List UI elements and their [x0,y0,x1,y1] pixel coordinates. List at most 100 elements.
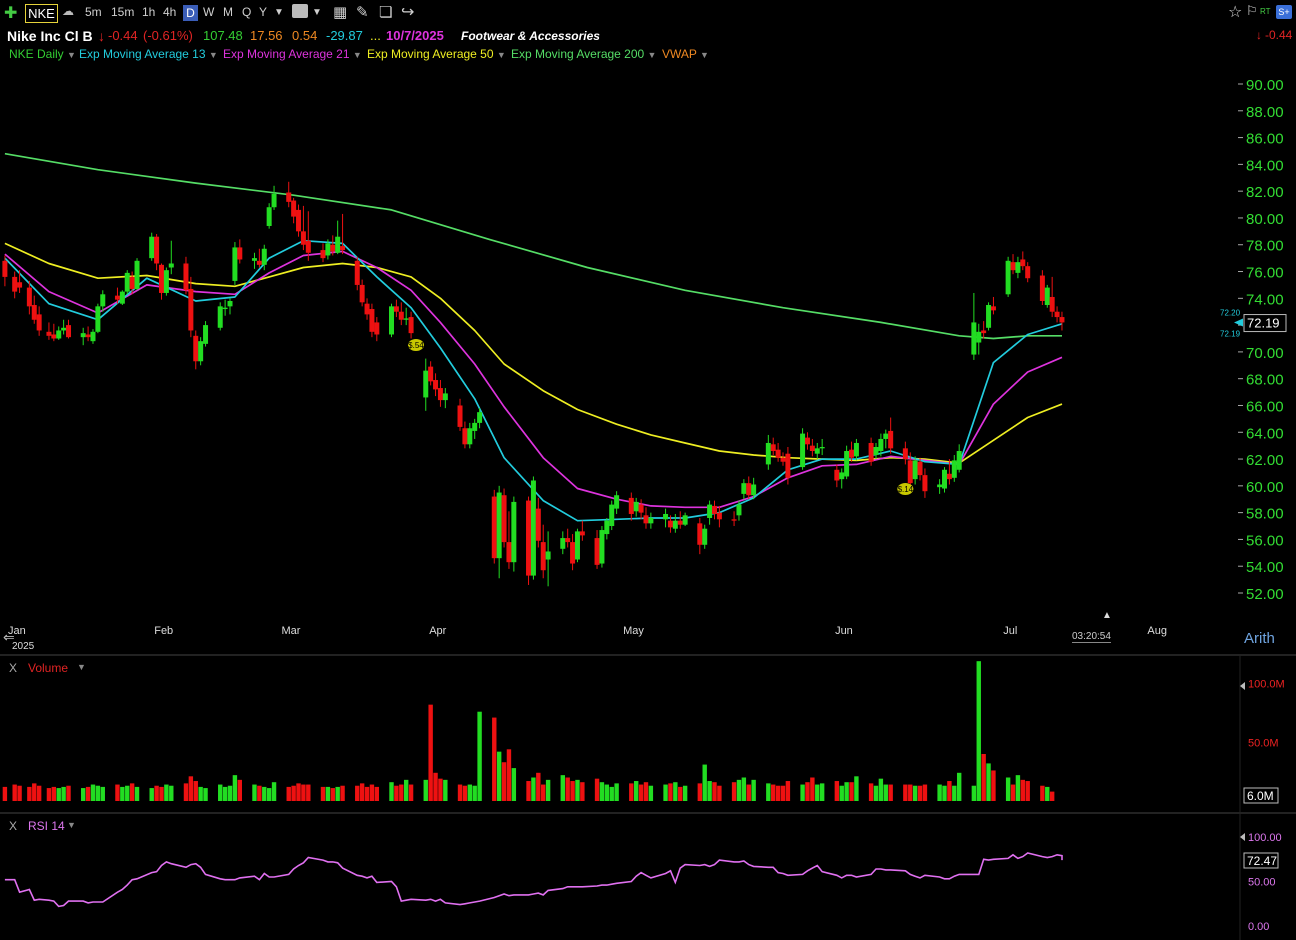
volume-bar [854,776,859,801]
volume-bar [663,784,668,801]
candle [628,492,634,521]
volume-bar [291,785,296,801]
candle [428,361,434,386]
volume-bar [903,784,908,801]
volume-bar [511,768,517,801]
chevron-down-icon[interactable]: ▼ [77,662,86,672]
candle-body [535,508,541,541]
candle [403,307,409,326]
chevron-down-icon[interactable]: ▼ [67,820,76,830]
scroll-left-icon[interactable]: ⇐ [3,629,15,646]
candle-body [437,388,443,401]
volume-bar [129,783,135,801]
candle-body [266,207,272,226]
candle-body [188,288,194,331]
candle [374,317,380,342]
volume-bar [477,711,482,801]
volume-bar [912,785,918,801]
scale-mode-button[interactable]: Arith [1244,630,1275,647]
candle-body [814,448,820,454]
y-tick-label: 88.00 [1246,104,1284,121]
candle [95,303,101,334]
candle-body [775,449,781,458]
x-year-label: 2025 [12,641,35,652]
candle-body [393,306,399,312]
volume-bar [604,784,610,801]
volume-title[interactable]: Volume [28,661,68,675]
candle [203,321,209,347]
candle-body [124,272,130,292]
rsi-title[interactable]: RSI 14 [28,819,65,833]
chart-canvas[interactable]: 90.00 88.00 86.00 84.00 82.00 80.00 78.00 76.00… [0,0,1296,940]
candle [491,489,497,564]
candle-body [981,330,987,334]
candle [320,243,326,263]
candle [780,452,786,466]
ema200-value-label: 72.19 [1220,330,1241,339]
scroll-up-icon[interactable]: ▲ [1102,610,1112,621]
candle [398,302,404,326]
y-tick-label: 58.00 [1246,506,1284,523]
candle-body [839,472,845,480]
candle-body [672,520,678,529]
candle-body [433,380,439,390]
volume-bar [531,777,536,801]
candle-body [237,247,243,260]
candle [90,329,96,344]
x-tick-label: Apr [429,625,446,637]
candle [604,517,610,540]
candle-body [697,523,703,545]
volume-bar [467,784,473,801]
volume-bar [570,781,575,801]
candle-body [809,445,815,452]
candle-body [570,542,576,564]
volume-bar [389,782,394,801]
volume-bar [971,785,977,801]
candle-body [251,258,257,261]
candle-body [369,309,375,332]
candle [883,429,889,449]
candle-body [912,460,918,480]
volume-bar [834,781,840,801]
candle-body [12,276,18,292]
candle-body [158,264,164,293]
candle [545,531,551,587]
candle-body [844,451,850,477]
candle-body [154,236,160,264]
candle-body [530,480,536,576]
candle-body [540,542,546,571]
volume-bar [443,779,448,801]
candle [663,508,669,528]
volume-bar [472,785,477,801]
volume-bar [785,781,791,801]
volume-bar [678,786,683,801]
volume-bar [771,784,776,801]
candle-body [804,437,810,445]
candle [682,512,688,527]
candle-body [1020,259,1026,267]
candle [80,327,86,346]
volume-bar [399,784,404,801]
candle [163,267,169,296]
y-tick-label: 56.00 [1246,532,1284,549]
candle [266,203,272,229]
candle [526,496,532,585]
close-volume-icon[interactable]: X [9,661,17,675]
volume-bar [218,784,223,801]
volume-bar [462,785,468,801]
volume-bar [120,786,125,801]
candle [393,299,399,318]
candle-body [66,325,72,338]
volume-bar [46,788,52,801]
volume-bar [266,788,272,801]
candle-body [579,531,585,536]
close-rsi-icon[interactable]: X [9,819,17,833]
ema13-value-label: 72.20 [1220,309,1241,318]
candle [902,441,908,465]
candle-body [491,496,497,559]
candle [1054,306,1060,323]
volume-bar [629,783,634,801]
candle-body [36,314,42,331]
candle [51,323,57,342]
candle-body [751,484,757,496]
